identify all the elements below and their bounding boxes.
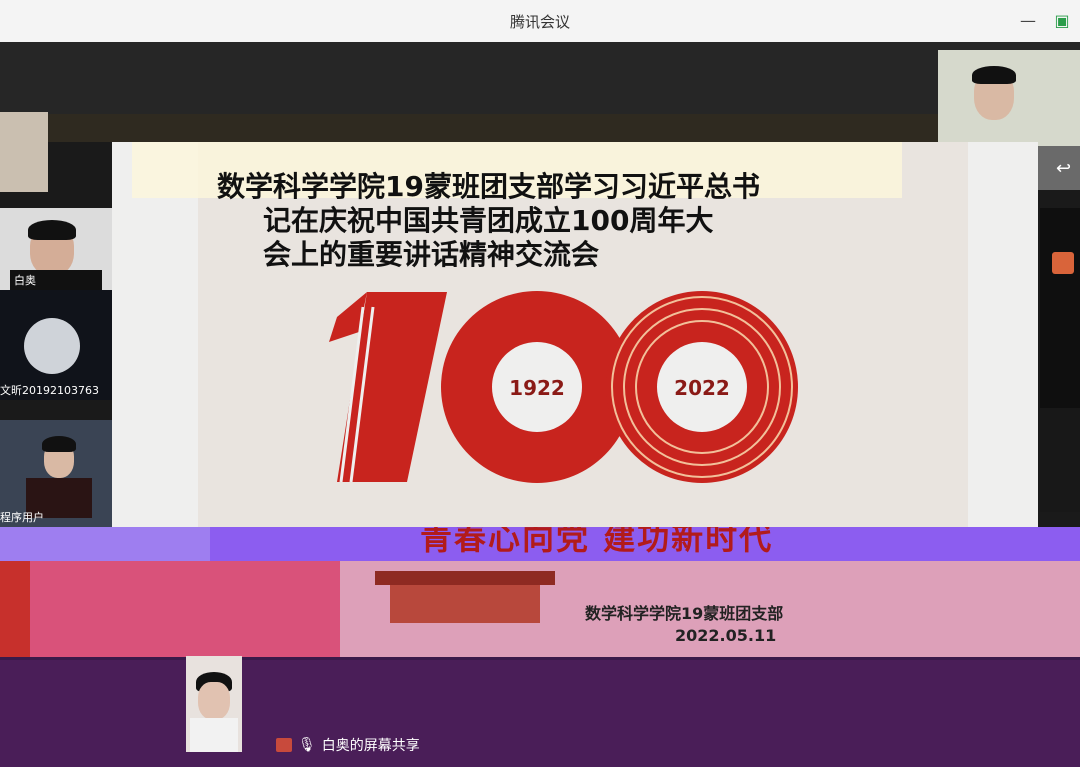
collapse-icon[interactable]: ↩ [1056, 158, 1071, 179]
participant-name: 程序用户 [0, 511, 44, 524]
avatar-icon [1052, 252, 1074, 274]
banner-purple-strip-left [0, 527, 210, 561]
participant-face [198, 682, 230, 720]
participant-hair [972, 66, 1016, 84]
video-tile-right-2[interactable] [1040, 408, 1080, 512]
slide-slogan: 青春心向党 建功新时代 [420, 527, 774, 557]
tiananmen-illustration [390, 583, 540, 623]
video-tile-right-1[interactable] [1040, 208, 1080, 408]
slide-banner: 青春心向党 建功新时代 [0, 527, 1080, 657]
avatar [24, 318, 80, 374]
meeting-topbar [0, 42, 1080, 114]
slide-title-line2: 记在庆祝中国共青团成立100周年大 [263, 204, 714, 237]
participant-hair [28, 220, 76, 240]
tiananmen-roof [375, 571, 555, 585]
participant-name: 白奥 [14, 274, 36, 287]
participant-shirt [190, 718, 238, 752]
slide-title-wrapper: 数学科学学院19蒙班团支部学习习近平总书 记在庆祝中国共青团成立100周年大 会… [112, 142, 1038, 342]
window-title: 腾讯会议 [509, 12, 570, 31]
slide-organization: 数学科学学院19蒙班团支部 [585, 604, 784, 623]
participant-hair [42, 436, 76, 452]
maximize-icon[interactable]: ▣ [1050, 8, 1074, 32]
video-tile-participant-1[interactable]: 白奥 [0, 208, 112, 290]
screen-share-label: 白奥的屏幕共享 [321, 738, 420, 754]
minimize-button[interactable]: — [1016, 8, 1040, 32]
participant-name: 文昕20192103763 [0, 384, 99, 397]
meeting-topbar-strip [0, 114, 1080, 142]
screen-share-indicator[interactable]: 🎙 白奥的屏幕共享 [276, 733, 420, 757]
slide-date: 2022.05.11 [675, 626, 777, 645]
slide-title-line1: 数学科学学院19蒙班团支部学习习近平总书 [217, 170, 760, 203]
video-tile-bottom[interactable] [186, 656, 242, 752]
screen-share-icon [276, 738, 292, 752]
window-controls: — ▣ [1016, 8, 1074, 32]
video-tile-participant-3[interactable]: 程序用户 [0, 420, 112, 527]
slide-title-line3: 会上的重要讲话精神交流会 [263, 238, 600, 271]
bottom-bar-inner [0, 660, 1080, 767]
slide-title: 数学科学学院19蒙班团支部学习习近平总书 记在庆祝中国共青团成立100周年大 会… [217, 170, 857, 272]
video-tile-top-right[interactable] [938, 50, 1080, 146]
video-tile-participant-2[interactable]: 文昕20192103763 [0, 290, 112, 400]
year-end-label: 2022 [674, 376, 730, 400]
mic-icon: 🎙 [298, 737, 316, 753]
video-tile-left-top[interactable] [0, 112, 48, 192]
window-titlebar: 腾讯会议 — ▣ [0, 0, 1080, 43]
year-start-label: 1922 [509, 376, 565, 400]
